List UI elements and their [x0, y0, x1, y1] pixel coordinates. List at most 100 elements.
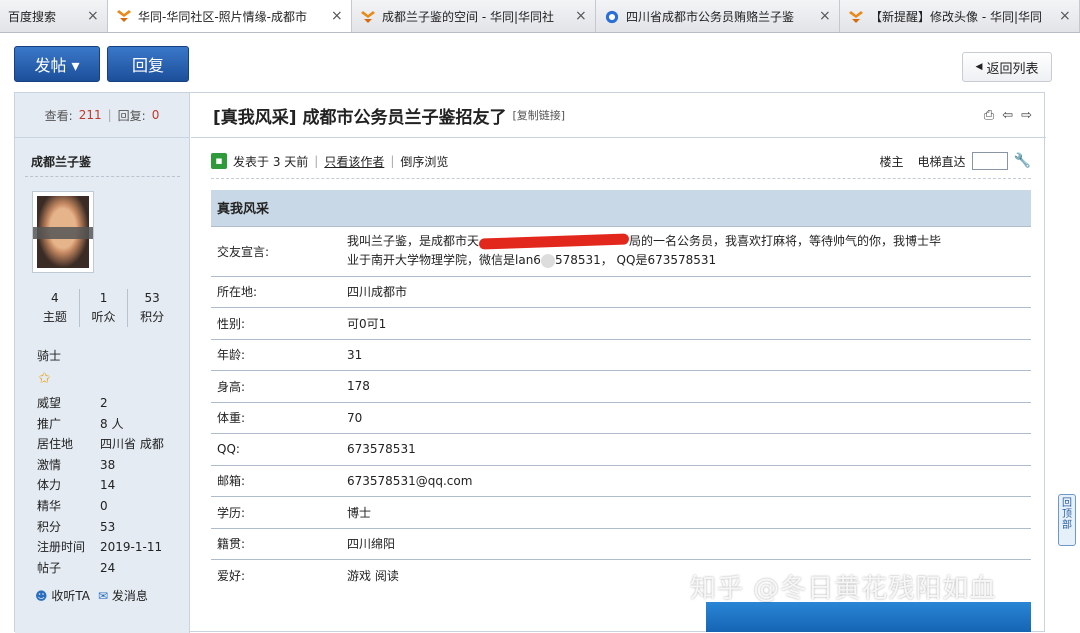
field-key: 居住地 [37, 437, 74, 452]
declaration-text: 业于南开大学物理学院，微信是lan6 [347, 253, 541, 267]
close-icon[interactable]: × [87, 9, 99, 23]
stat-followers[interactable]: 1 听众 [80, 289, 129, 327]
field-key: 帖子 [37, 560, 62, 575]
field-key: 体力 [37, 478, 62, 493]
browser-tab-active[interactable]: 华同-华同社区-照片情缘-成都市 × [108, 0, 352, 32]
envelope-icon: ✉ [97, 589, 109, 603]
field-value: 8 人 [100, 416, 124, 431]
reverse-order-link[interactable]: 倒序浏览 [400, 153, 448, 170]
row-key: 籍贯: [211, 528, 341, 560]
table-row: 交友宣言: 我叫兰子鉴，是成都市天 局的一名公务员，我喜欢打麻将，等待帅气的你，我… [211, 226, 1031, 277]
replies-label: 回复: [117, 108, 146, 123]
stat-label: 主题 [42, 310, 67, 324]
row-key: 年龄: [211, 339, 341, 371]
row-key: 体重: [211, 402, 341, 434]
back-to-list-label: 返回列表 [986, 61, 1039, 77]
views-count: 211 [78, 108, 102, 122]
field-key: 激情 [37, 457, 62, 472]
view-reply-counts: 查看: 211 | 回复: 0 [15, 93, 189, 138]
close-icon[interactable]: × [1059, 9, 1071, 23]
forum-logo-icon [361, 10, 375, 23]
avatar[interactable] [32, 191, 94, 273]
row-value: 673578531 [341, 433, 1031, 466]
previous-thread-icon[interactable]: ⇦ [1002, 108, 1013, 123]
follow-link[interactable]: ☻ 收听TA [35, 587, 90, 604]
table-header-row: 真我风采 [211, 190, 1031, 227]
post-title-bar: [真我风采] 成都市公务员兰子鉴招友了 [复制链接] [191, 93, 1046, 138]
divider: | [314, 154, 319, 168]
post-tools: ⎙ ⇦ ⇨ [984, 108, 1032, 123]
post-content: [真我风采] 成都市公务员兰子鉴招友了 [复制链接] ⎙ ⇦ ⇨ ▪ 发表于 3… [191, 93, 1046, 633]
row-value: 178 [341, 370, 1031, 403]
post-title: [真我风采] 成都市公务员兰子鉴招友了 [213, 107, 507, 128]
new-post-button[interactable]: 发帖 ▾ [14, 46, 100, 82]
copy-link[interactable]: [复制链接] [512, 107, 565, 123]
star-icon: ✩ [38, 369, 51, 387]
stat-points[interactable]: 53 积分 [128, 289, 176, 327]
field-value: 2 [100, 396, 108, 410]
field-value: 14 [100, 478, 116, 493]
close-icon[interactable]: × [819, 9, 831, 23]
floor-label: 楼主 [879, 154, 904, 169]
browser-tab[interactable]: 四川省成都市公务员贿赂兰子鉴 × [596, 0, 840, 32]
back-to-top-label: 回顶部 [1062, 498, 1072, 531]
back-to-top-button[interactable]: 回顶部 [1058, 494, 1076, 546]
stat-label: 积分 [140, 310, 165, 324]
table-row: 籍贯: 四川绵阳 [211, 528, 1031, 560]
send-message-link[interactable]: ✉ 发消息 [98, 587, 148, 604]
row-key: 身高: [211, 370, 341, 403]
row-key: 交友宣言: [211, 226, 341, 277]
author-stats: 4 主题 1 听众 53 积分 [31, 289, 176, 327]
stat-value: 53 [144, 291, 160, 305]
browser-tab[interactable]: 成都兰子鉴的空间 - 华同|华同社 × [352, 0, 596, 32]
tab-title: 【新提醒】修改头像 - 华同|华同 [870, 10, 1043, 24]
reply-button[interactable]: 回复 [107, 46, 189, 82]
row-value: 博士 [341, 496, 1031, 529]
floor-jump-input[interactable] [971, 152, 1008, 170]
table-row: 年龄: 31 [211, 339, 1031, 371]
watermark: 知乎 @冬日黄花残阳如血 [690, 574, 997, 604]
only-author-link[interactable]: 只看该作者 [324, 153, 384, 170]
censor-bar [33, 227, 93, 239]
author-name[interactable]: 成都兰子鉴 [31, 153, 91, 170]
field-value: 38 [100, 457, 116, 472]
declaration-text: 578531， QQ是673578531 [554, 253, 717, 267]
tab-title: 四川省成都市公务员贿赂兰子鉴 [626, 10, 795, 24]
row-value: 四川绵阳 [341, 528, 1031, 560]
close-icon[interactable]: × [331, 9, 343, 23]
stat-value: 4 [51, 291, 59, 305]
back-to-list-button[interactable]: ◀ 返回列表 [962, 52, 1052, 82]
profile-field: 体力 14 [37, 475, 187, 496]
forum-logo-icon [117, 10, 131, 22]
table-row: 邮箱: 673578531@qq.com [211, 465, 1031, 497]
next-thread-icon[interactable]: ⇨ [1021, 108, 1032, 123]
print-icon[interactable]: ⎙ [984, 108, 994, 123]
profile-field: 激情 38 [37, 455, 187, 476]
row-value: 可0可1 [341, 307, 1031, 340]
browser-tab[interactable]: 【新提醒】修改头像 - 华同|华同 × [840, 0, 1080, 32]
blur-mark [540, 253, 555, 268]
divider [211, 178, 1031, 179]
stat-label: 听众 [91, 310, 116, 324]
row-value: 673578531@qq.com [341, 465, 1031, 497]
replies-count: 0 [151, 108, 160, 122]
message-label: 发消息 [111, 589, 148, 603]
bottom-banner [706, 602, 1031, 632]
field-value: 53 [100, 519, 116, 534]
post-frame: 查看: 211 | 回复: 0 成都兰子鉴 4 主题 1 听众 53 积分 骑士 [14, 92, 1046, 633]
stat-threads[interactable]: 4 主题 [31, 289, 80, 327]
divider [25, 176, 180, 177]
row-key: 性别: [211, 307, 341, 340]
row-key: 邮箱: [211, 465, 341, 497]
browser-tab[interactable]: 百度搜索 × [0, 0, 108, 32]
row-key: 所在地: [211, 276, 341, 308]
profile-field: 精华 0 [37, 496, 187, 517]
field-key: 注册时间 [37, 540, 86, 555]
field-key: 威望 [37, 396, 62, 410]
close-icon[interactable]: × [575, 9, 587, 23]
elevator-label: 电梯直达 [917, 154, 966, 169]
row-key: 爱好: [217, 569, 246, 583]
forum-logo-icon [849, 10, 863, 23]
row-value: 四川成都市 [341, 276, 1031, 308]
wrench-icon[interactable]: 🔧 [1014, 153, 1031, 169]
